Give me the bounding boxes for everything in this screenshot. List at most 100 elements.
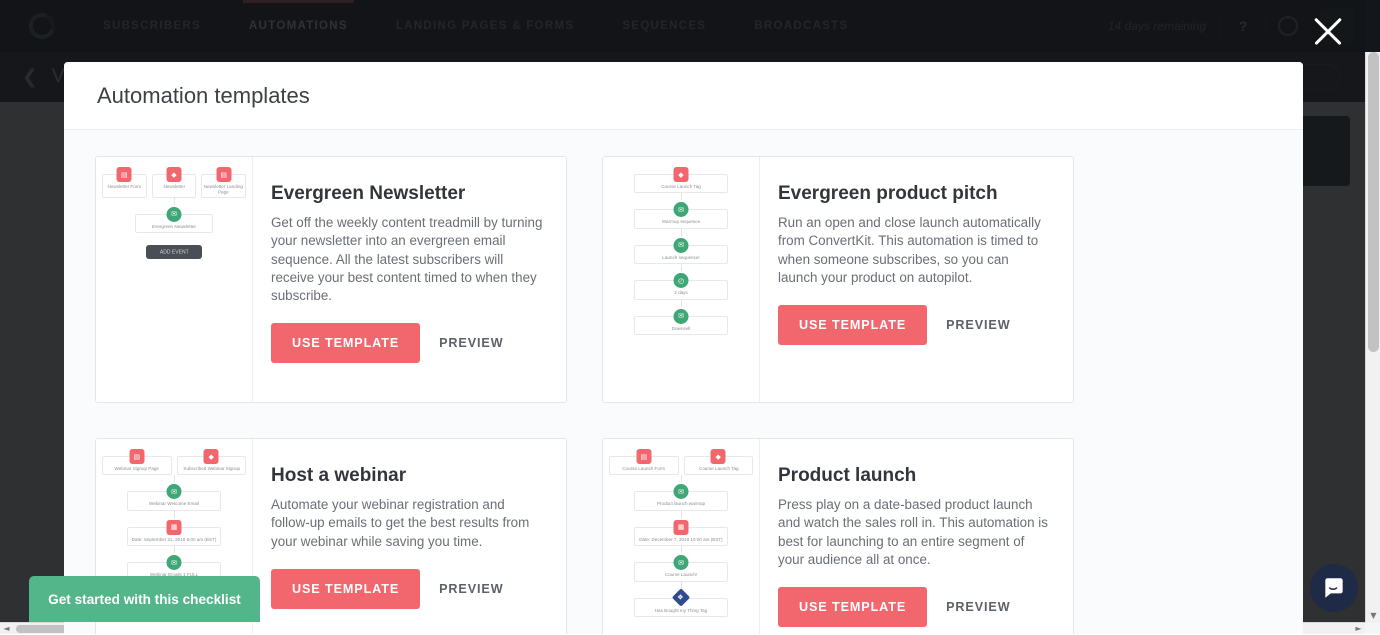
email-icon: ✉: [167, 484, 182, 499]
flow-node-label: 2 days: [623, 290, 739, 296]
template-name: Product launch: [778, 465, 1051, 487]
template-info: Evergreen Newsletter Get off the weekly c…: [253, 157, 566, 402]
template-card: ▤Course Launch Form◆Course Launch Tag✉Pr…: [602, 438, 1074, 634]
flow-row: ▤Course Launch Form ◆Course Launch Tag: [609, 447, 753, 475]
flow-row: ◴ 2 days: [609, 271, 753, 299]
use-template-button[interactable]: USE TEMPLATE: [271, 323, 420, 363]
flow-connector: [681, 582, 682, 589]
flow-node[interactable]: ◆Newsletter: [152, 174, 197, 198]
calendar-icon: ▦: [167, 520, 182, 535]
flow-connector: [681, 475, 682, 482]
flow-node-label: Warmup sequence: [623, 219, 739, 225]
flow-node[interactable]: ✉Evergreen Newsletter: [135, 214, 213, 233]
flow-connector: [681, 511, 682, 518]
flow-connector: [681, 193, 682, 200]
email-icon: ✉: [674, 309, 689, 324]
calendar-icon: ▦: [674, 520, 689, 535]
preview-button[interactable]: PREVIEW: [946, 318, 1010, 332]
modal-header: Automation templates: [64, 62, 1303, 130]
template-description: Automate your webinar registration and f…: [271, 496, 544, 551]
scroll-left-arrow-icon[interactable]: ◄: [0, 623, 13, 635]
flow-node[interactable]: ▦Date: September 21, 2018 6:00 am (BST): [127, 527, 221, 546]
clock-icon: ◴: [674, 273, 689, 288]
preview-button[interactable]: PREVIEW: [946, 600, 1010, 614]
flow-node-label: Has Bought my Thing Tag: [623, 608, 739, 614]
use-template-button[interactable]: USE TEMPLATE: [778, 305, 927, 345]
template-info: Evergreen product pitchRun an open and c…: [760, 157, 1073, 402]
flow-node[interactable]: ✉Launch sequence!: [634, 245, 728, 264]
flow-node-label: Course Launch!: [623, 572, 739, 578]
flow-row: ▦ Date: December 7, 2018 10:00 am (BST): [609, 518, 753, 546]
flow-connector: [681, 546, 682, 553]
flow-node[interactable]: ▤Webinar Signup Page: [102, 456, 172, 475]
flow-node[interactable]: ▤Newsletter Landing Page: [201, 174, 246, 198]
email-icon: ✉: [674, 555, 689, 570]
flow-row: ✉Downsell: [609, 307, 753, 335]
flow-row: ✉Evergreen Newsletter: [102, 205, 246, 233]
flow-connector: [681, 300, 682, 307]
close-icon[interactable]: [1309, 12, 1347, 50]
page-icon: ▤: [129, 449, 144, 464]
flow-node[interactable]: ✉Downsell: [634, 316, 728, 335]
email-icon: ✉: [674, 202, 689, 217]
template-info: Host a webinarAutomate your webinar regi…: [253, 439, 566, 634]
flow-node-label: Date: December 7, 2018 10:00 am (BST): [623, 537, 739, 543]
flow-add-event-button[interactable]: ADD EVENT: [146, 245, 202, 259]
flow-node[interactable]: ◆Course Launch Tag: [634, 174, 728, 193]
template-description: Get off the weekly content treadmill by …: [271, 214, 544, 305]
template-info: Product launchPress play on a date-based…: [760, 439, 1073, 634]
flow-node[interactable]: ▦Date: December 7, 2018 10:00 am (BST): [634, 527, 728, 546]
flow-node[interactable]: ▤Newsletter Form: [102, 174, 147, 198]
use-template-button[interactable]: USE TEMPLATE: [778, 587, 927, 627]
flow-node-label: Newsletter: [149, 184, 199, 190]
flow-node[interactable]: ◆Course Launch Tag: [684, 456, 754, 475]
template-actions: USE TEMPLATE PREVIEW: [271, 323, 544, 363]
flow-row: ◆Course Launch Tag: [609, 165, 753, 193]
email-icon: ✉: [674, 484, 689, 499]
page-icon: ▤: [216, 167, 231, 182]
preview-button[interactable]: PREVIEW: [439, 582, 503, 596]
flow-connector: [174, 546, 175, 553]
flow-node[interactable]: ✉Product launch warmup: [634, 491, 728, 510]
tag-icon: ◆: [711, 449, 726, 464]
scroll-down-arrow-icon[interactable]: ▼: [1366, 608, 1380, 623]
flow-node[interactable]: ❖Has Bought my Thing Tag: [634, 598, 728, 617]
vertical-scrollbar[interactable]: ▲ ▼: [1365, 52, 1380, 623]
flow-node-label: Newsletter Form: [100, 184, 150, 190]
flow-row: ▤Webinar Signup Page ◆Subscribed Webinar …: [102, 447, 246, 475]
flow-node[interactable]: ✉Webinar Welcome Email: [127, 491, 221, 510]
flow-connector: [174, 198, 175, 205]
flow-node-label: Course Launch Tag: [623, 184, 739, 190]
flow-node-label: Webinar Welcome Email: [116, 501, 232, 507]
template-card: ◆Course Launch Tag✉Warmup sequence✉Launc…: [602, 156, 1074, 403]
flow-node[interactable]: ✉Course Launch!: [634, 562, 728, 581]
flow-node[interactable]: ▤Course Launch Form: [609, 456, 679, 475]
flow-row: ▤Newsletter Form◆Newsletter▤Newsletter L…: [102, 165, 246, 198]
flow-connector: [681, 229, 682, 236]
flow-node[interactable]: ✉Warmup sequence: [634, 209, 728, 228]
template-actions: USE TEMPLATE PREVIEW: [271, 569, 544, 609]
form-icon: ▤: [636, 449, 651, 464]
template-card-grid: ▤Newsletter Form◆Newsletter▤Newsletter L…: [64, 130, 1303, 634]
template-thumbnail: ▤Course Launch Form◆Course Launch Tag✉Pr…: [603, 439, 760, 634]
flow-node-label: Launch sequence!: [623, 255, 739, 261]
checklist-toast-label: Get started with this checklist: [48, 592, 241, 607]
template-actions: USE TEMPLATE PREVIEW: [778, 305, 1051, 345]
flow-node-label: Course Launch Form: [603, 466, 685, 472]
vertical-scrollbar-thumb[interactable]: [1368, 52, 1379, 352]
checklist-toast[interactable]: Get started with this checklist: [29, 576, 260, 622]
template-name: Evergreen product pitch: [778, 183, 1051, 205]
template-name: Evergreen Newsletter: [271, 183, 544, 205]
intercom-launcher-button[interactable]: [1310, 564, 1358, 612]
automation-templates-modal: Automation templates ▤Newsletter Form◆Ne…: [64, 62, 1303, 634]
flow-row: ✉Product launch warmup: [609, 482, 753, 510]
scroll-right-arrow-icon[interactable]: ►: [1352, 623, 1365, 635]
email-icon: ✉: [167, 207, 182, 222]
flow-node[interactable]: ◴2 days: [634, 280, 728, 299]
modal-title: Automation templates: [97, 83, 310, 109]
flow-node[interactable]: ◆Subscribed Webinar Signup: [177, 456, 247, 475]
use-template-button[interactable]: USE TEMPLATE: [271, 569, 420, 609]
preview-button[interactable]: PREVIEW: [439, 336, 503, 350]
flow-row: ✉ Webinar Welcome Email: [102, 482, 246, 510]
flow-row: ▦Date: September 21, 2018 6:00 am (BST): [102, 518, 246, 546]
